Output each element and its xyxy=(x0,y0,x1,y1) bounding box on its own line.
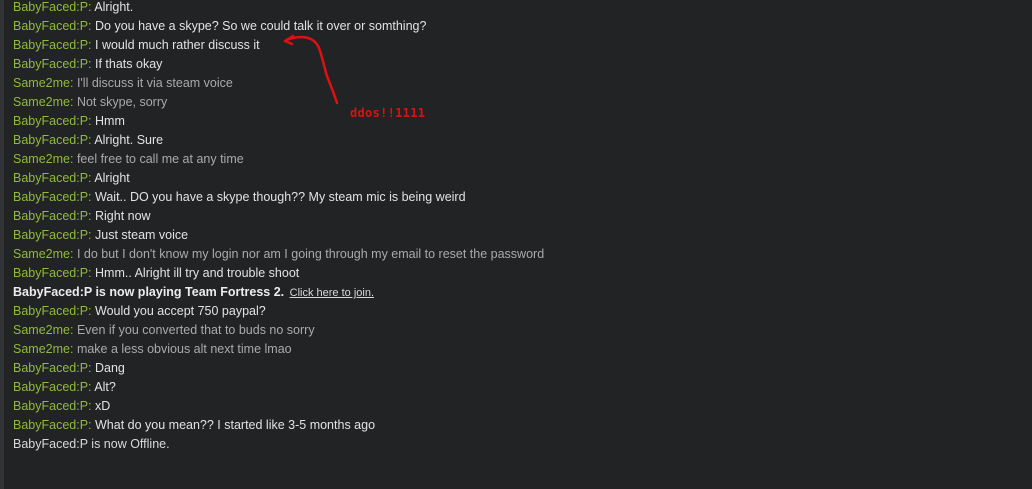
chat-message: BabyFaced:P: If thats okay xyxy=(13,55,1023,74)
chat-message: BabyFaced:P: Alt? xyxy=(13,378,1023,397)
chat-message: Same2me: feel free to call me at any tim… xyxy=(13,150,1023,169)
message-text: Even if you converted that to buds no so… xyxy=(76,323,315,337)
message-sender: BabyFaced:P xyxy=(13,228,89,242)
window-left-border xyxy=(0,0,4,489)
chat-message: BabyFaced:P: Do you have a skype? So we … xyxy=(13,17,1023,36)
chat-message: BabyFaced:P: Alright xyxy=(13,169,1023,188)
chat-message: BabyFaced:P: xD xyxy=(13,397,1023,416)
message-text: Just steam voice xyxy=(95,228,189,242)
message-text: Would you accept 750 paypal? xyxy=(95,304,266,318)
chat-message: BabyFaced:P: I would much rather discuss… xyxy=(13,36,1023,55)
message-text: Do you have a skype? So we could talk it… xyxy=(95,19,427,33)
message-text: I would much rather discuss it xyxy=(95,38,260,52)
message-text: What do you mean?? I started like 3-5 mo… xyxy=(95,418,376,432)
message-text: If thats okay xyxy=(95,57,163,71)
message-sender: BabyFaced:P xyxy=(13,19,89,33)
chat-message: BabyFaced:P: Hmm xyxy=(13,112,1023,131)
message-text: Hmm.. Alright ill try and trouble shoot xyxy=(95,266,300,280)
sender-colon: : xyxy=(88,19,95,33)
sender-colon: : xyxy=(69,323,77,337)
message-sender: Same2me xyxy=(13,76,70,90)
chat-message: BabyFaced:P: Dang xyxy=(13,359,1023,378)
message-sender: BabyFaced:P xyxy=(13,0,89,14)
message-sender: BabyFaced:P xyxy=(13,399,89,413)
sender-colon: : xyxy=(69,152,77,166)
chat-message: Same2me: make a less obvious alt next ti… xyxy=(13,340,1023,359)
chat-message: BabyFaced:P: Alright. Sure xyxy=(13,131,1023,150)
message-sender: BabyFaced:P xyxy=(13,171,89,185)
message-text: Right now xyxy=(95,209,151,223)
message-sender: BabyFaced:P xyxy=(13,361,89,375)
message-sender: Same2me xyxy=(13,95,70,109)
message-sender: Same2me xyxy=(13,342,70,356)
message-sender: BabyFaced:P xyxy=(13,133,89,147)
join-game-link[interactable]: Click here to join. xyxy=(290,287,374,299)
sender-colon: : xyxy=(69,95,77,109)
chat-message: BabyFaced:P: Wait.. DO you have a skype … xyxy=(13,188,1023,207)
chat-message: BabyFaced:P: Alright. xyxy=(13,0,1023,17)
message-sender: BabyFaced:P xyxy=(13,380,89,394)
message-sender: BabyFaced:P xyxy=(13,114,89,128)
message-sender: Same2me xyxy=(13,152,70,166)
chat-log: BabyFaced:P: Alright. BabyFaced:P: Do you… xyxy=(13,0,1023,454)
offline-status-text: BabyFaced:P is now Offline. xyxy=(13,437,170,451)
game-status-text: BabyFaced:P is now playing Team Fortress… xyxy=(13,285,285,299)
message-sender: BabyFaced:P xyxy=(13,57,89,71)
message-text: Not skype, sorry xyxy=(76,95,168,109)
sender-colon: : xyxy=(88,38,95,52)
sender-colon: : xyxy=(88,361,95,375)
chat-message: BabyFaced:P: Would you accept 750 paypal… xyxy=(13,302,1023,321)
chat-message: BabyFaced:P is now playing Team Fortress… xyxy=(13,283,1023,302)
message-text: Alright. xyxy=(94,0,134,14)
chat-message: Same2me: I'll discuss it via steam voice xyxy=(13,74,1023,93)
chat-message: BabyFaced:P: What do you mean?? I starte… xyxy=(13,416,1023,435)
sender-colon: : xyxy=(88,209,95,223)
sender-colon: : xyxy=(88,304,95,318)
message-text: Hmm xyxy=(95,114,125,128)
annotation-text: ddos!!1111 xyxy=(350,106,426,120)
sender-colon: : xyxy=(88,190,95,204)
chat-message: BabyFaced:P is now Offline. xyxy=(13,435,1023,454)
chat-message: Same2me: I do but I don't know my login … xyxy=(13,245,1023,264)
sender-colon: : xyxy=(88,114,95,128)
message-sender: BabyFaced:P xyxy=(13,209,89,223)
message-text: I do but I don't know my login nor am I … xyxy=(76,247,545,261)
message-text: make a less obvious alt next time lmao xyxy=(76,342,292,356)
message-text: Alt? xyxy=(94,380,116,394)
chat-message: BabyFaced:P: Just steam voice xyxy=(13,226,1023,245)
chat-message: Same2me: Not skype, sorry xyxy=(13,93,1023,112)
message-sender: Same2me xyxy=(13,323,70,337)
chat-message: BabyFaced:P: Hmm.. Alright ill try and t… xyxy=(13,264,1023,283)
message-text: feel free to call me at any time xyxy=(76,152,244,166)
message-text: Dang xyxy=(95,361,125,375)
chat-message: Same2me: Even if you converted that to b… xyxy=(13,321,1023,340)
message-sender: BabyFaced:P xyxy=(13,266,89,280)
sender-colon: : xyxy=(88,266,95,280)
message-sender: BabyFaced:P xyxy=(13,304,89,318)
message-sender: BabyFaced:P xyxy=(13,190,89,204)
sender-colon: : xyxy=(88,57,95,71)
sender-colon: : xyxy=(69,247,77,261)
message-text: Alright. Sure xyxy=(94,133,164,147)
message-sender: BabyFaced:P xyxy=(13,418,89,432)
sender-colon: : xyxy=(88,228,95,242)
chat-message: BabyFaced:P: Right now xyxy=(13,207,1023,226)
message-sender: Same2me xyxy=(13,247,70,261)
message-sender: BabyFaced:P xyxy=(13,38,89,52)
sender-colon: : xyxy=(88,418,95,432)
sender-colon: : xyxy=(69,76,77,90)
message-text: I'll discuss it via steam voice xyxy=(76,76,233,90)
message-text: Wait.. DO you have a skype though?? My s… xyxy=(95,190,466,204)
message-text: xD xyxy=(95,399,111,413)
message-text: Alright xyxy=(94,171,130,185)
sender-colon: : xyxy=(88,399,95,413)
sender-colon: : xyxy=(69,342,77,356)
